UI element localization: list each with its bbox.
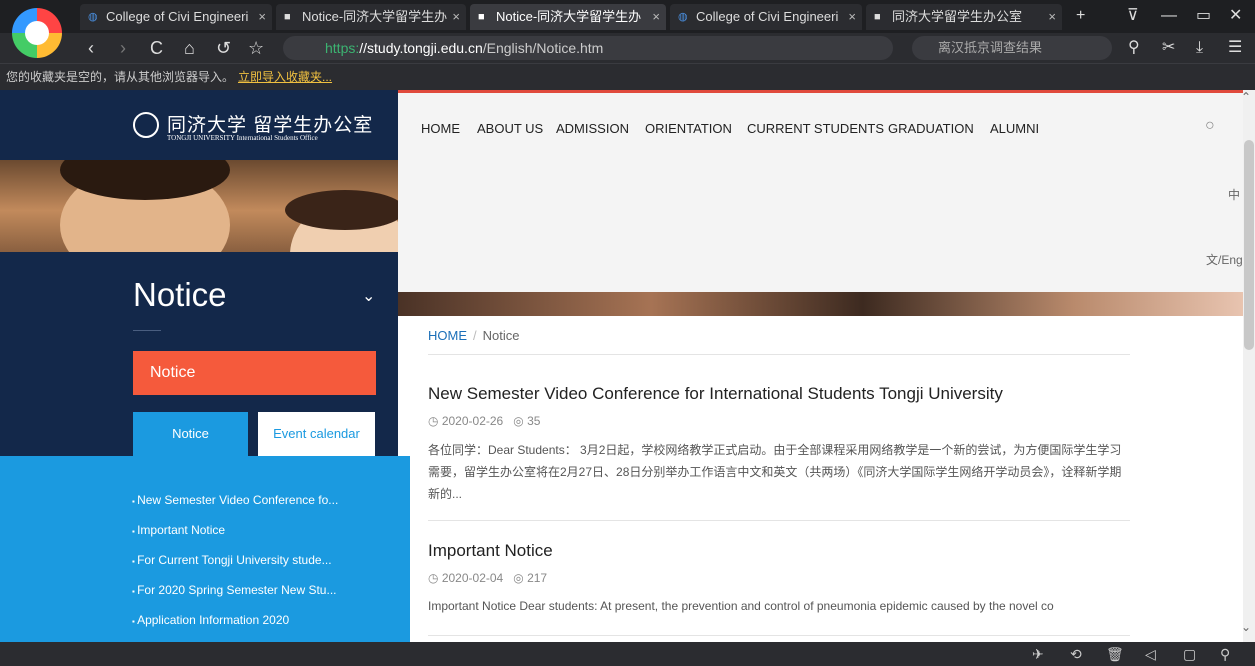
tab-close-icon[interactable]: × [848, 4, 856, 30]
tab-event-calendar[interactable]: Event calendar [258, 412, 375, 456]
page-icon: ■ [284, 11, 291, 23]
page-icon: ■ [874, 11, 881, 23]
notice-title[interactable]: Important Notice [428, 541, 553, 561]
list-item[interactable]: For 2020 Spring Semester New Stu... [132, 584, 338, 614]
close-window-button[interactable]: ✕ [1229, 4, 1242, 28]
sidebar: 同济大学 留学生办公室 TONGJI UNIVERSITY Internatio… [0, 90, 410, 642]
maximize-button[interactable]: ▭ [1196, 4, 1211, 28]
scroll-up-icon[interactable]: ⌃ [1241, 90, 1251, 104]
tab-notice-1[interactable]: ■ Notice-同济大学留学生办 × [276, 4, 466, 30]
site-search-icon[interactable]: ○ [1205, 117, 1215, 135]
zoom-icon[interactable]: ⚲ [1220, 644, 1230, 664]
breadcrumb-current: Notice [482, 328, 520, 343]
notice-date: 2020-02-04 [441, 571, 504, 585]
refresh-icon[interactable]: ⟲ [1070, 644, 1082, 664]
address-bar-row: ‹ › C ⌂ ↺ ☆ https://study.tongji.edu.cn/… [0, 33, 1255, 63]
brand-english: TONGJI UNIVERSITY International Students… [167, 134, 318, 142]
list-item[interactable]: For Current Tongji University stude... [132, 554, 338, 584]
notice-views: 35 [527, 414, 541, 428]
menu-icon[interactable]: ☰ [1228, 36, 1242, 60]
brand-chinese: 同济大学 留学生办公室 [167, 115, 374, 136]
clock-icon: ◷ [428, 414, 439, 428]
rocket-icon[interactable]: ✈ [1032, 644, 1044, 664]
eye-icon: ◎ [513, 571, 524, 585]
download-icon[interactable]: ⤓ [1196, 36, 1203, 60]
search-field[interactable]: 离汉抵京调查结果 [912, 36, 1112, 60]
notice-summary: 各位同学：Dear Students： 3月2日起，学校网络教学正式启动。由于全… [428, 443, 1122, 501]
nav-admission[interactable]: ADMISSION [556, 121, 629, 136]
import-bookmarks-link[interactable]: 立即导入收藏夹... [238, 70, 332, 84]
divider [133, 330, 161, 331]
bookmark-bar: 您的收藏夹是空的，请从其他浏览器导入。 立即导入收藏夹... [0, 63, 1255, 90]
nav-about-us[interactable]: ABOUT US [477, 121, 543, 136]
language-switch-chinese[interactable]: 中 [1228, 186, 1240, 203]
top-navigation: HOME ABOUT US ADMISSION ORIENTATION CURR… [398, 90, 1243, 292]
nav-orientation[interactable]: ORIENTATION [645, 121, 732, 136]
notice-summary: Important Notice Dear students: At prese… [428, 599, 1054, 613]
bookmark-empty-notice: 您的收藏夹是空的，请从其他浏览器导入。 [6, 70, 235, 84]
banner-image [398, 292, 1243, 316]
chevron-down-icon[interactable]: ⌄ [362, 286, 375, 306]
list-item[interactable]: New Semester Video Conference fo... [132, 494, 338, 524]
notice-views: 217 [527, 571, 548, 585]
clock-icon: ◷ [428, 571, 439, 585]
scroll-down-icon[interactable]: ⌄ [1241, 620, 1251, 634]
favorite-button[interactable]: ☆ [248, 36, 264, 60]
status-bar: ✈ ⟲ 🗑 ◁ ▢ ⚲ [0, 642, 1255, 666]
sidebar-item-notice[interactable]: Notice [133, 351, 376, 395]
url-field[interactable]: https://study.tongji.edu.cn/English/Noti… [283, 36, 893, 60]
tab-notice-active[interactable]: ■ Notice-同济大学留学生办 × [470, 4, 666, 30]
tab-college-civil-1[interactable]: ◍ College of Civi Engineeri × [80, 4, 272, 30]
reload-button[interactable]: C [150, 36, 163, 60]
nav-graduation[interactable]: GRADUATION [888, 121, 974, 136]
nav-current-students[interactable]: CURRENT STUDENTS [747, 121, 884, 136]
notice-meta: ◷ 2020-02-26 ◎ 35 [428, 414, 540, 428]
sidebar-title: Notice [133, 276, 227, 313]
tab-close-icon[interactable]: × [258, 4, 266, 30]
browser-window: ◍ College of Civi Engineeri × ■ Notice-同济大学… [0, 0, 1255, 666]
language-switch-english[interactable]: 文/Eng [1206, 251, 1243, 268]
tab-notice[interactable]: Notice [133, 412, 248, 456]
nav-home[interactable]: HOME [421, 121, 460, 136]
search-icon[interactable]: ⚲ [1128, 36, 1140, 60]
globe-icon: ◍ [88, 11, 98, 23]
breadcrumb-home-link[interactable]: HOME [428, 328, 467, 343]
tab-tongji-office[interactable]: ■ 同济大学留学生办公室 × [866, 4, 1062, 30]
trash-icon[interactable]: 🗑 [1106, 644, 1124, 664]
breadcrumb: HOME / Notice [428, 328, 520, 343]
notice-title[interactable]: New Semester Video Conference for Intern… [428, 384, 1003, 404]
screenshot-icon[interactable]: ✂ [1162, 36, 1175, 60]
web-page: 同济大学 留学生办公室 TONGJI UNIVERSITY Internatio… [0, 90, 1243, 642]
tab-close-icon[interactable]: × [452, 4, 460, 30]
students-photo [0, 160, 398, 252]
university-seal-icon [133, 112, 159, 138]
divider [428, 520, 1130, 521]
divider [428, 354, 1130, 355]
home-button[interactable]: ⌂ [184, 36, 195, 60]
speaker-icon[interactable]: ◁ [1145, 644, 1156, 664]
window-icon[interactable]: ▢ [1183, 644, 1196, 664]
list-item[interactable]: Application Information 2020 [132, 614, 338, 642]
tab-college-civil-2[interactable]: ◍ College of Civi Engineeri × [670, 4, 862, 30]
notice-date: 2020-02-26 [441, 414, 504, 428]
undo-close-button[interactable]: ↺ [216, 36, 231, 60]
back-button[interactable]: ‹ [88, 36, 94, 60]
browser-logo-icon[interactable] [12, 8, 62, 58]
notice-meta: ◷ 2020-02-04 ◎ 217 [428, 571, 547, 585]
page-icon: ■ [478, 11, 485, 23]
globe-icon: ◍ [678, 11, 688, 23]
tab-bar: ◍ College of Civi Engineeri × ■ Notice-同济大学… [0, 0, 1255, 33]
new-tab-button[interactable]: + [1076, 4, 1085, 28]
notice-list-panel: New Semester Video Conference fo... Impo… [0, 456, 410, 642]
divider [428, 635, 1130, 636]
minimize-button[interactable]: — [1161, 4, 1177, 28]
skin-icon[interactable]: ⊽ [1127, 4, 1139, 28]
scrollbar-thumb[interactable] [1244, 140, 1254, 350]
forward-button[interactable]: › [120, 36, 126, 60]
tab-close-icon[interactable]: × [652, 4, 660, 30]
tab-close-icon[interactable]: × [1048, 4, 1056, 30]
nav-alumni[interactable]: ALUMNI [990, 121, 1039, 136]
eye-icon: ◎ [513, 414, 524, 428]
list-item[interactable]: Important Notice [132, 524, 338, 554]
